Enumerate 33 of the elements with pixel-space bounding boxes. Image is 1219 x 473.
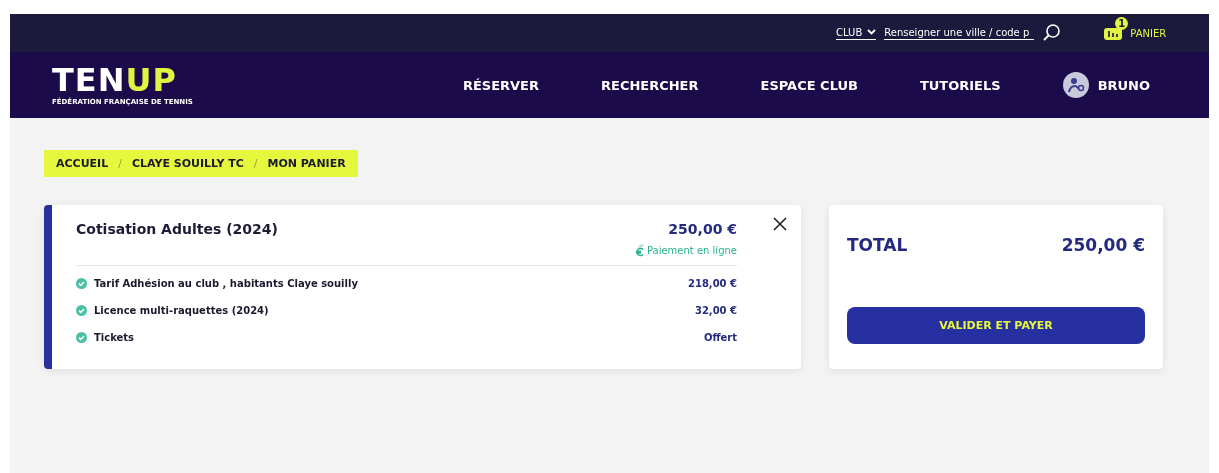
breadcrumb-link[interactable]: CLAYE SOUILLY TC xyxy=(131,157,244,170)
breadcrumb-link[interactable]: MON PANIER xyxy=(267,157,346,170)
check-circle-icon xyxy=(76,305,87,316)
payment-method: Paiement en ligne xyxy=(646,244,737,256)
search-icon[interactable] xyxy=(1042,23,1063,43)
nav-link[interactable]: TUTORIELS xyxy=(919,77,1001,93)
cart-link[interactable]: PANIER xyxy=(1130,27,1167,39)
line-price: 218,00 € xyxy=(687,278,737,289)
basket-icon[interactable] xyxy=(1104,26,1125,40)
total-label: TOTAL xyxy=(847,235,908,255)
line-price: 32,00 € xyxy=(694,305,737,316)
line-label: Tickets xyxy=(94,332,135,343)
chevron-down-icon xyxy=(867,29,877,35)
line-price: Offert xyxy=(703,332,737,343)
item-price: 250,00 € xyxy=(668,221,737,237)
club-dropdown[interactable]: CLUB xyxy=(836,26,877,40)
breadcrumb-link[interactable]: ACCUEIL xyxy=(56,157,109,170)
pay-button[interactable]: VALIDER ET PAYER xyxy=(847,307,1145,344)
total-amount: 250,00 € xyxy=(1061,235,1145,255)
user-menu-link[interactable]: BRUNO xyxy=(1097,77,1151,93)
nav-link[interactable]: RECHERCHER xyxy=(601,77,699,93)
search-field[interactable]: Renseigner une ville / code p xyxy=(884,26,1035,40)
avatar-icon[interactable] xyxy=(1062,72,1089,98)
line-label: Licence multi-raquettes (2024) xyxy=(94,305,269,316)
check-circle-icon xyxy=(76,332,87,343)
cart-count-badge: 1 xyxy=(1115,17,1129,30)
breadcrumb-separator: / xyxy=(118,157,122,170)
line-label: Tarif Adhésion au club , habitants Claye souilly xyxy=(94,278,358,289)
nav-link[interactable]: ESPACE CLUB xyxy=(760,77,858,93)
breadcrumb-separator: / xyxy=(253,157,258,170)
item-title: Cotisation Adultes (2024) xyxy=(76,221,278,239)
check-circle-icon xyxy=(76,278,87,289)
nav-link[interactable]: RÉSERVER xyxy=(462,77,539,93)
